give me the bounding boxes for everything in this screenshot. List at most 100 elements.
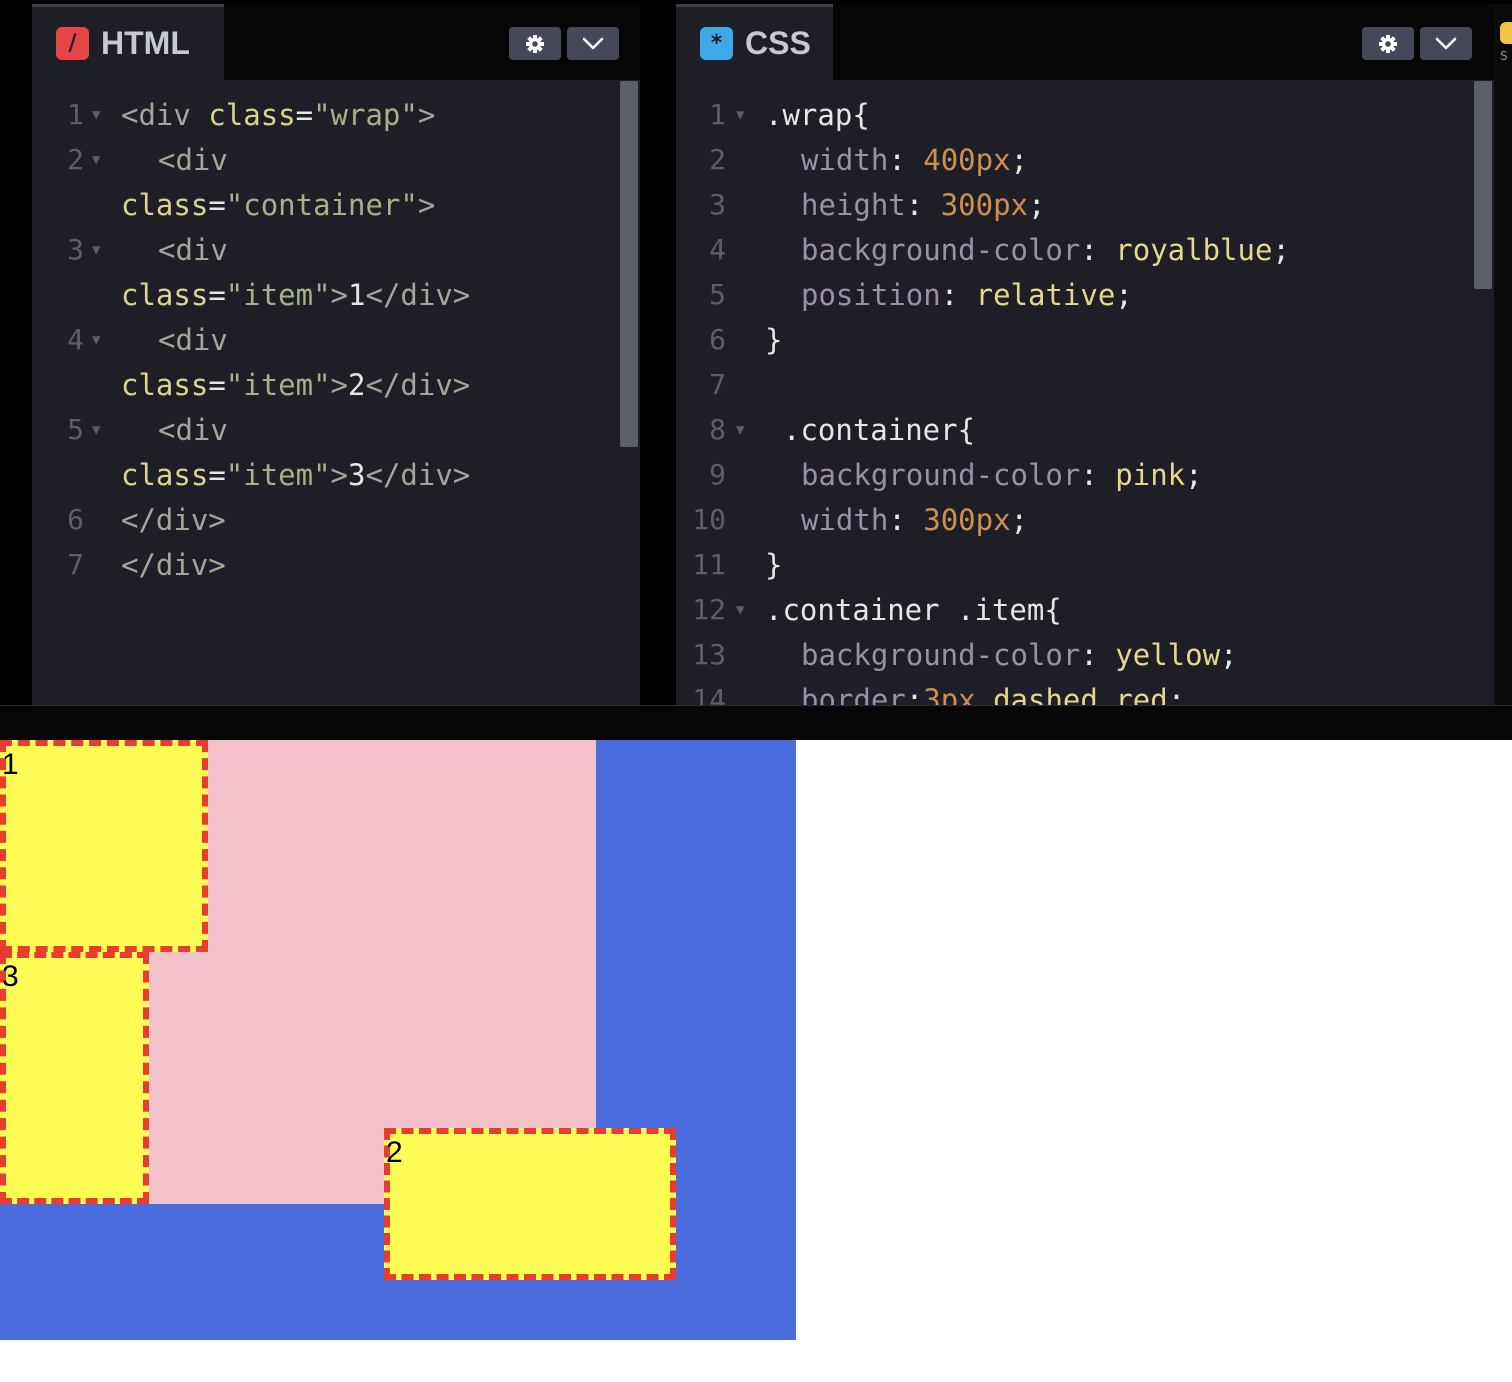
item-label-1: 1: [2, 748, 19, 781]
code-token: class: [121, 368, 209, 402]
code-line[interactable]: 3 height: 300px;: [676, 182, 1494, 227]
code-token: ;: [1115, 278, 1133, 312]
line-number: 13: [692, 638, 726, 671]
code-line[interactable]: 6}: [676, 317, 1494, 362]
css-settings-button[interactable]: [1362, 27, 1414, 60]
item-box-1: 1: [0, 740, 208, 952]
line-number: 3: [67, 233, 84, 266]
css-tab-label: CSS: [745, 25, 811, 61]
code-line[interactable]: 1 ▼ <div class="wrap">: [32, 92, 640, 137]
tab-css[interactable]: * CSS: [676, 4, 833, 80]
code-line[interactable]: class="item">1</div>: [32, 272, 640, 317]
code-line[interactable]: 3 ▼ <div: [32, 227, 640, 272]
code-token: <div: [158, 233, 228, 267]
fold-arrow-icon[interactable]: ▼: [92, 145, 100, 175]
code-token: 300px: [923, 503, 1011, 537]
code-text: <div: [158, 233, 228, 267]
code-text: .container{: [783, 413, 975, 447]
code-token: .container .item: [765, 593, 1045, 627]
code-token: "wrap": [313, 98, 418, 132]
css-editor-panel: * CSS 1 ▼ .wrap{2 width: 400px; 3 heigh…: [676, 4, 1494, 705]
code-line[interactable]: class="item">3</div>: [32, 452, 640, 497]
code-token: 400px: [923, 143, 1011, 177]
code-token: =: [295, 98, 314, 132]
code-line[interactable]: 4 ▼ <div: [32, 317, 640, 362]
code-token: =: [208, 278, 226, 312]
line-number: 8: [709, 413, 726, 446]
code-token: 3px: [923, 683, 976, 705]
line-number: 2: [709, 143, 726, 176]
code-line[interactable]: class="item">2</div>: [32, 362, 640, 407]
js-panel-collapsed-strip[interactable]: [1494, 4, 1512, 705]
item-label-2: 2: [386, 1136, 403, 1169]
code-line[interactable]: 5 ▼ <div: [32, 407, 640, 452]
code-line[interactable]: 2 ▼ <div: [32, 137, 640, 182]
line-number: 12: [692, 593, 726, 626]
code-line[interactable]: 7 </div>: [32, 542, 640, 587]
code-token: </div>: [121, 548, 226, 582]
code-line[interactable]: 8 ▼ .container{: [676, 407, 1494, 452]
code-token: background-color: [801, 233, 1081, 267]
html-options-dropdown-button[interactable]: [567, 27, 619, 60]
code-line[interactable]: 6 </div>: [32, 497, 640, 542]
code-token: .wrap: [765, 98, 853, 132]
code-token: =: [208, 188, 226, 222]
code-text: <div: [158, 143, 228, 177]
code-token: <div: [121, 98, 191, 132]
code-token: pink: [1115, 458, 1186, 492]
js-panel-label: S: [1500, 49, 1508, 63]
slash-icon: /: [56, 27, 89, 60]
html-tab-label: HTML: [101, 25, 190, 61]
code-token: }: [765, 548, 783, 582]
code-line[interactable]: 7: [676, 362, 1494, 407]
code-token: class: [121, 458, 209, 492]
line-number: 14: [692, 683, 726, 705]
code-line[interactable]: 12 ▼ .container .item{: [676, 587, 1494, 632]
tab-html[interactable]: / HTML: [32, 4, 224, 80]
code-line[interactable]: 9 background-color: pink;: [676, 452, 1494, 497]
code-text: background-color: royalblue;: [801, 233, 1290, 267]
code-token: .container: [783, 413, 958, 447]
code-token: background-color: [801, 458, 1081, 492]
code-line[interactable]: 2 width: 400px;: [676, 137, 1494, 182]
css-code-editor[interactable]: 1 ▼ .wrap{2 width: 400px; 3 height: 300px; 4 ba…: [676, 92, 1494, 705]
code-line[interactable]: 13 background-color: yellow;: [676, 632, 1494, 677]
code-line[interactable]: 11}: [676, 542, 1494, 587]
css-editor-scrollbar[interactable]: [1474, 81, 1492, 289]
html-editor-scrollbar[interactable]: [620, 81, 638, 447]
code-line[interactable]: 14 border:3px dashed red;: [676, 677, 1494, 705]
html-settings-button[interactable]: [509, 27, 561, 60]
code-token: :: [888, 503, 924, 537]
code-line[interactable]: 5 position: relative;: [676, 272, 1494, 317]
code-token: {: [957, 413, 976, 447]
line-number: 6: [67, 503, 84, 536]
code-line[interactable]: 1 ▼ .wrap{: [676, 92, 1494, 137]
code-line[interactable]: 4 background-color: royalblue;: [676, 227, 1494, 272]
fold-arrow-icon[interactable]: ▼: [92, 415, 100, 445]
code-token: </div>: [365, 368, 471, 402]
fold-arrow-icon[interactable]: ▼: [736, 595, 744, 625]
line-number: 4: [67, 323, 84, 356]
html-code-editor[interactable]: 1 ▼ <div class="wrap"> 2 ▼ <div class="contain…: [32, 92, 640, 587]
resize-divider[interactable]: [0, 705, 1512, 740]
fold-arrow-icon[interactable]: ▼: [92, 235, 100, 265]
code-line[interactable]: 10 width: 300px;: [676, 497, 1494, 542]
code-token: ;: [1028, 188, 1046, 222]
code-line[interactable]: class="container">: [32, 182, 640, 227]
fold-arrow-icon[interactable]: ▼: [92, 100, 100, 130]
code-token: ;: [1220, 638, 1238, 672]
css-options-dropdown-button[interactable]: [1420, 27, 1472, 60]
code-token: class: [121, 188, 209, 222]
code-token: >: [330, 458, 349, 492]
code-token: {: [1044, 593, 1062, 627]
code-token: 300px: [940, 188, 1028, 222]
line-number: 2: [67, 143, 84, 176]
line-number: 7: [709, 368, 726, 401]
fold-arrow-icon[interactable]: ▼: [736, 415, 744, 445]
fold-arrow-icon[interactable]: ▼: [92, 325, 100, 355]
fold-arrow-icon[interactable]: ▼: [736, 100, 744, 130]
code-token: :: [940, 278, 976, 312]
code-token: :: [1080, 458, 1116, 492]
line-number: 5: [67, 413, 84, 446]
